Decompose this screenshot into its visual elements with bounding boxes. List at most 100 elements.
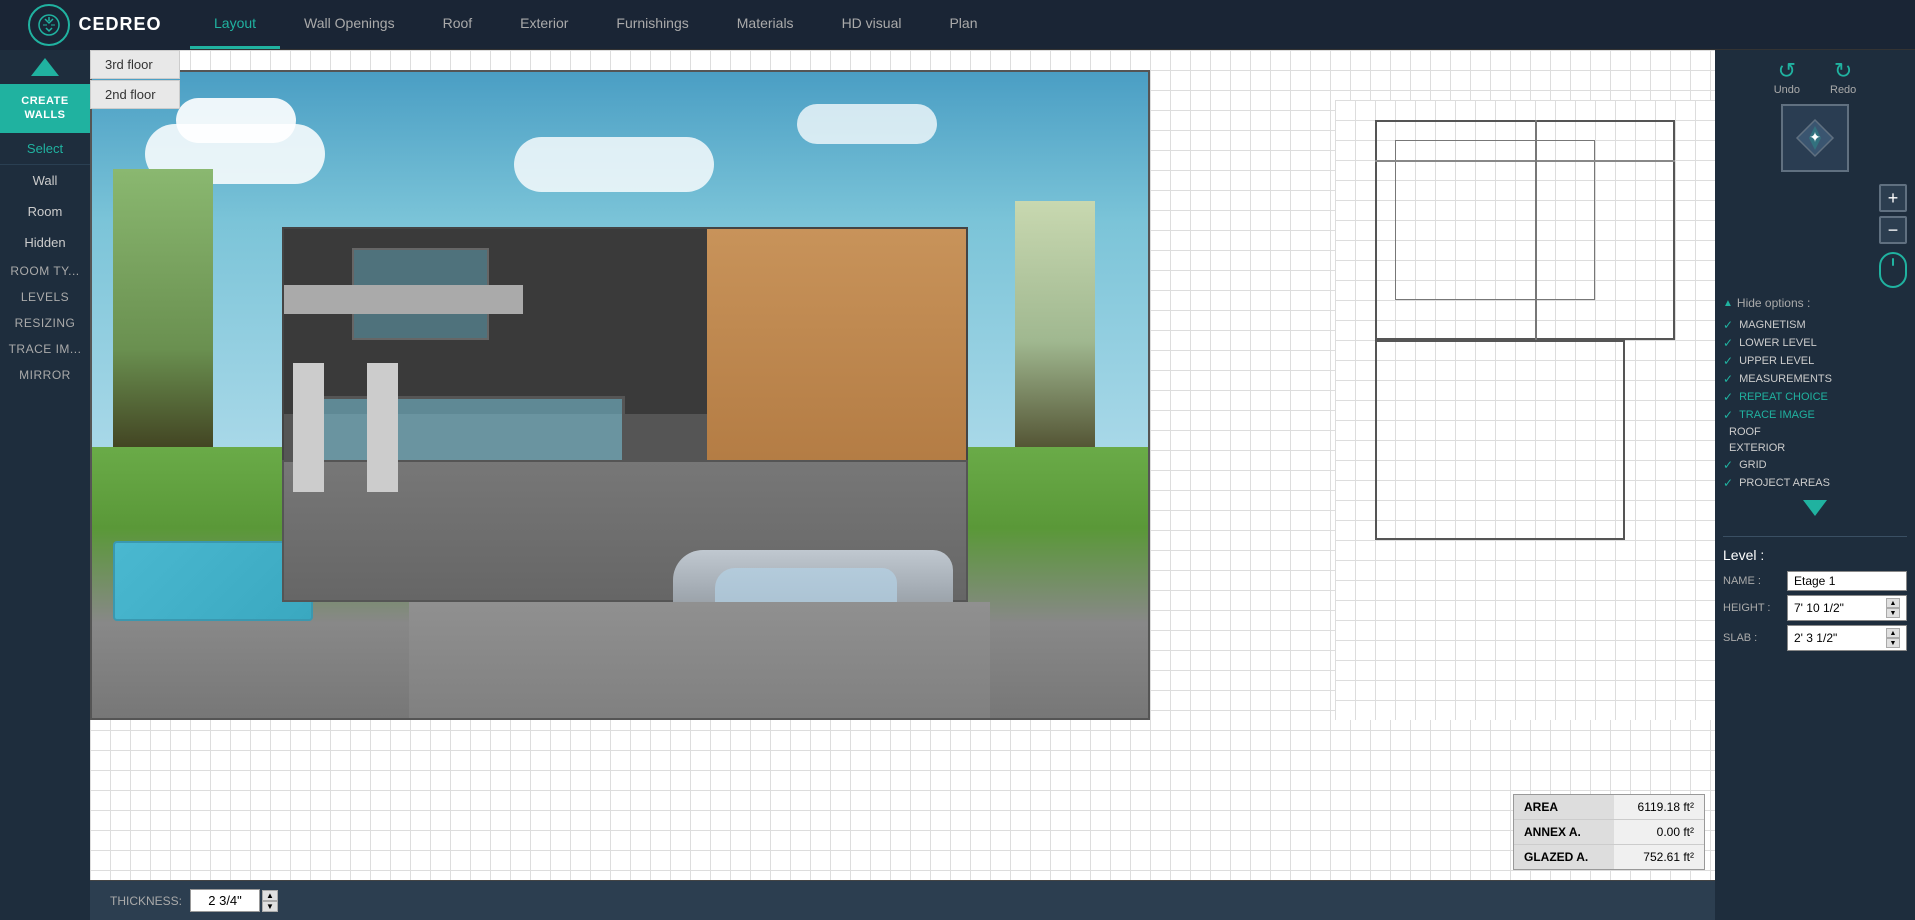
mouse-icon [1879,252,1907,288]
tab-materials[interactable]: Materials [713,0,818,49]
house-terrace [284,285,523,315]
level-name-row: NAME : Etage 1 [1723,571,1907,591]
check-lower-level: ✓ [1723,336,1733,350]
hide-options-down-arrow[interactable] [1803,500,1827,516]
tab-plan[interactable]: Plan [925,0,1001,49]
blueprint-line-1 [1475,120,1675,122]
sidebar-mirror[interactable]: MIRROR [0,362,90,388]
slab-up-button[interactable]: ▲ [1886,628,1900,638]
option-trace-image: ✓ TRACE IMAGE [1723,406,1907,424]
hide-options-label: Hide options : [1737,296,1810,310]
level-height-row: HEIGHT : 7' 10 1/2" ▲ ▼ [1723,595,1907,621]
option-label-grid[interactable]: GRID [1739,459,1767,471]
sidebar-room-type[interactable]: ROOM TY... [0,258,90,284]
slab-down-button[interactable]: ▼ [1886,638,1900,648]
tab-wall-openings[interactable]: Wall Openings [280,0,419,49]
driveway [409,602,990,718]
column-1 [293,363,325,492]
redo-label: Redo [1830,84,1856,96]
level-name-label: NAME : [1723,575,1783,587]
floor-tab-2nd[interactable]: 2nd floor [90,80,180,109]
thickness-input[interactable] [190,889,260,912]
option-label-magnetism[interactable]: MAGNETISM [1739,319,1806,331]
level-height-spinner: ▲ ▼ [1886,598,1900,618]
option-label-measurements[interactable]: MEASUREMENTS [1739,373,1832,385]
level-title: Level : [1723,547,1764,563]
tree-right [1015,201,1095,481]
level-slab-label: SLAB : [1723,632,1783,644]
area-label-area: AREA [1514,795,1614,819]
sidebar-item-hidden[interactable]: Hidden [0,227,90,258]
nav-diamond[interactable]: ✦ [1781,104,1849,172]
floor-tab-3rd[interactable]: 3rd floor [90,50,180,79]
zoom-out-button[interactable]: − [1879,216,1907,244]
sidebar-up-arrow[interactable] [31,58,59,76]
blueprint-overlay [1335,100,1715,720]
tab-layout[interactable]: Layout [190,0,280,49]
option-roof: ROOF [1723,424,1907,440]
undo-label: Undo [1774,84,1800,96]
sidebar-levels[interactable]: LEVELS [0,284,90,310]
option-label-repeat-choice[interactable]: REPEAT CHOICE [1739,391,1828,403]
house-dark-panel [284,229,707,414]
level-header: Level : [1723,547,1907,563]
sidebar-item-room[interactable]: Room [0,196,90,227]
right-sidebar: ↺ Undo ↻ Redo ✦ + − [1715,50,1915,920]
sidebar-select[interactable]: Select [0,133,90,165]
undo-button[interactable]: ↺ Undo [1774,58,1800,96]
option-label-roof[interactable]: ROOF [1729,426,1761,438]
zoom-in-button[interactable]: + [1879,184,1907,212]
create-walls-button[interactable]: CREATE WALLS [0,84,90,133]
tab-hd-visual[interactable]: HD visual [818,0,926,49]
cloud-4 [797,104,937,144]
area-row-glazed: GLAZED A. 752.61 ft² [1514,845,1704,869]
blueprint-lower [1375,340,1625,540]
grid-canvas[interactable]: AREA 6119.18 ft² ANNEX A. 0.00 ft² GLAZE… [90,50,1715,920]
sidebar-resizing[interactable]: RESIZING [0,310,90,336]
area-row-area: AREA 6119.18 ft² [1514,795,1704,820]
thickness-spinner: ▲ ▼ [262,890,278,912]
thickness-up-button[interactable]: ▲ [262,890,278,901]
option-upper-level: ✓ UPPER LEVEL [1723,352,1907,370]
redo-button[interactable]: ↻ Redo [1830,58,1856,96]
area-info-table: AREA 6119.18 ft² ANNEX A. 0.00 ft² GLAZE… [1513,794,1705,870]
tree-left [113,169,213,469]
level-height-text: 7' 10 1/2" [1794,601,1844,615]
area-row-annex: ANNEX A. 0.00 ft² [1514,820,1704,845]
level-slab-spinner: ▲ ▼ [1886,628,1900,648]
sidebar-trace-im[interactable]: TRACE IM... [0,336,90,362]
tab-exterior[interactable]: Exterior [496,0,592,49]
thickness-down-button[interactable]: ▼ [262,901,278,912]
sidebar-item-wall[interactable]: Wall [0,165,90,196]
option-label-lower-level[interactable]: LOWER LEVEL [1739,337,1817,349]
option-measurements: ✓ MEASUREMENTS [1723,370,1907,388]
check-trace-image: ✓ [1723,408,1733,422]
hide-options-header[interactable]: ▲ Hide options : [1723,296,1907,310]
level-name-text: Etage 1 [1794,574,1835,588]
option-label-trace-image[interactable]: TRACE IMAGE [1739,409,1815,421]
check-measurements: ✓ [1723,372,1733,386]
area-label-glazed: GLAZED A. [1514,845,1614,869]
area-label-annex: ANNEX A. [1514,820,1614,844]
nav-diamond-container: ✦ [1723,104,1907,172]
tab-roof[interactable]: Roof [419,0,497,49]
blueprint-line-2 [1375,160,1675,162]
option-label-upper-level[interactable]: UPPER LEVEL [1739,355,1814,367]
blueprint-vline [1535,120,1537,340]
hide-options-arrow: ▲ [1723,298,1733,309]
check-upper-level: ✓ [1723,354,1733,368]
option-label-exterior[interactable]: EXTERIOR [1729,442,1785,454]
tab-furnishings[interactable]: Furnishings [592,0,712,49]
logo-icon [28,4,70,46]
area-value-area: 6119.18 ft² [1614,795,1704,819]
check-grid: ✓ [1723,458,1733,472]
option-project-areas: ✓ PROJECT AREAS [1723,474,1907,492]
undo-redo-row: ↺ Undo ↻ Redo [1723,58,1907,96]
redo-icon: ↻ [1830,58,1856,84]
height-down-button[interactable]: ▼ [1886,608,1900,618]
floor-tabs: 3rd floor 2nd floor [90,50,180,110]
nav-tabs: Layout Wall Openings Roof Exterior Furni… [190,0,1915,49]
height-up-button[interactable]: ▲ [1886,598,1900,608]
option-label-project-areas[interactable]: PROJECT AREAS [1739,477,1830,489]
mouse-scroll [1892,258,1894,266]
